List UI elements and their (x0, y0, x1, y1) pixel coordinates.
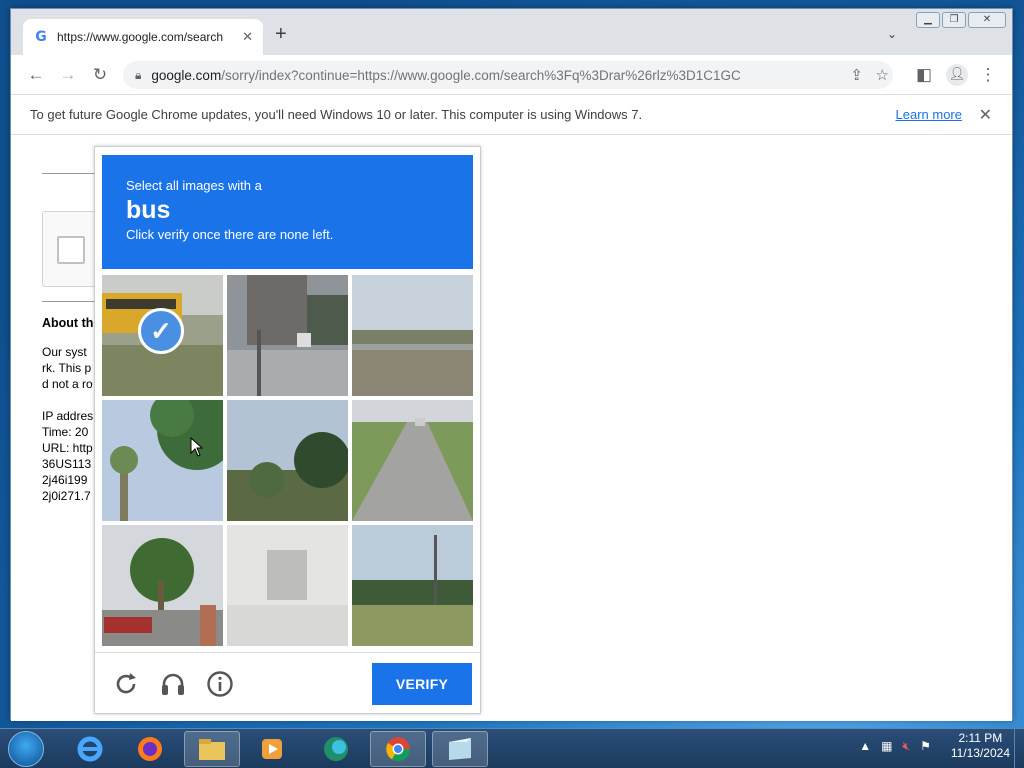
captcha-instruction: Select all images with a (126, 178, 262, 193)
share-icon[interactable]: ⇪ (850, 66, 863, 84)
divider (42, 173, 94, 174)
tile-image (227, 400, 348, 521)
verify-button[interactable]: VERIFY (372, 663, 472, 705)
paragraph-line: Our syst (42, 345, 87, 359)
captcha-subtext: Click verify once there are none left. (126, 227, 334, 242)
paragraph-line: rk. This p (42, 361, 92, 375)
google-favicon-icon: G (35, 29, 47, 45)
forward-arrow-icon[interactable]: → (58, 65, 78, 85)
tile-image (102, 400, 223, 521)
tile-image (352, 275, 473, 396)
infobar-message: To get future Google Chrome updates, you… (30, 107, 643, 122)
tab-search-chevron-icon[interactable]: ⌄ (887, 27, 897, 41)
mouse-cursor-icon (190, 437, 204, 457)
detail-line: 36US113 (42, 457, 92, 471)
update-infobar: To get future Google Chrome updates, you… (11, 95, 1012, 135)
address-bar[interactable]: 🔒︎ google.com /sorry/index?continue=http… (123, 61, 893, 89)
reload-challenge-icon[interactable] (112, 670, 140, 698)
minimize-button[interactable]: ▁ (916, 12, 940, 28)
show-desktop-button[interactable] (1014, 729, 1024, 768)
lock-icon[interactable]: 🔒︎ (135, 68, 141, 83)
page-details: IP addres Time: 20 URL: http 36US113 2j4… (42, 408, 93, 504)
file-explorer-icon[interactable] (184, 731, 240, 767)
recaptcha-checkbox[interactable] (57, 236, 85, 264)
captcha-tile-road-car[interactable] (352, 400, 473, 521)
detail-line: IP addres (42, 409, 94, 423)
window-controls: ▁ ❐ ✕ (916, 12, 1006, 28)
notepad-icon[interactable] (432, 731, 488, 767)
tile-image (227, 275, 348, 396)
show-hidden-icons-icon[interactable]: ▲ (859, 739, 871, 753)
captcha-tile-palm-parking[interactable] (102, 525, 223, 646)
clock-time: 2:11 PM (958, 731, 1003, 745)
audio-challenge-icon[interactable] (159, 670, 187, 698)
start-button[interactable] (8, 731, 44, 767)
captcha-tile-highway-bridge[interactable] (352, 275, 473, 396)
captcha-tile-faded-bus[interactable] (227, 525, 348, 646)
captcha-target: bus (126, 196, 171, 224)
detail-line: 2j0i271.7 (42, 489, 91, 503)
network-icon[interactable]: ▦ (881, 739, 892, 753)
captcha-tile-bushes-trees[interactable] (227, 400, 348, 521)
close-window-button[interactable]: ✕ (968, 12, 1006, 28)
bookmark-star-icon[interactable]: ☆ (876, 66, 889, 84)
url-host: google.com (151, 67, 222, 83)
tab-close-icon[interactable]: ✕ (242, 29, 253, 45)
captcha-tile-school-bus[interactable]: ✓ (102, 275, 223, 396)
profile-avatar-icon[interactable]: 👤︎ (946, 64, 968, 86)
volume-muted-icon[interactable]: 🔇︎ (903, 739, 911, 754)
page-paragraph: Our syst rk. This p d not a ro (42, 344, 93, 392)
side-panel-icon[interactable]: ◧ (914, 65, 934, 85)
windows-taskbar: ▲ ▦ 🔇︎ ⚑ 2:11 PM 11/13/2024 (0, 728, 1024, 768)
tile-image (352, 400, 473, 521)
tile-image (227, 525, 348, 646)
reload-icon[interactable]: ↻ (90, 65, 110, 85)
divider (42, 301, 94, 302)
captcha-challenge: Select all images with a bus Click verif… (94, 146, 481, 714)
about-heading: About th (42, 316, 94, 330)
system-tray: ▲ ▦ 🔇︎ ⚑ 2:11 PM 11/13/2024 (859, 731, 1010, 761)
captcha-tile-field-fence[interactable] (352, 525, 473, 646)
recaptcha-anchor (42, 211, 102, 287)
firefox-icon[interactable] (122, 731, 178, 767)
selected-check-icon: ✓ (138, 308, 184, 354)
captcha-footer: VERIFY (95, 652, 480, 714)
captcha-image-grid: ✓ (102, 275, 473, 646)
green-app-icon[interactable] (308, 731, 364, 767)
detail-line: Time: 20 (42, 425, 89, 439)
info-icon[interactable] (206, 670, 234, 698)
tab-title: https://www.google.com/search (57, 30, 224, 44)
browser-toolbar: ← → ↻ 🔒︎ google.com /sorry/index?continu… (11, 55, 1012, 95)
new-tab-button[interactable]: + (275, 23, 287, 46)
paragraph-line: d not a ro (42, 377, 93, 391)
back-arrow-icon[interactable]: ← (26, 65, 46, 85)
media-player-icon[interactable] (244, 731, 300, 767)
captcha-header: Select all images with a bus Click verif… (102, 155, 473, 269)
internet-explorer-icon[interactable] (62, 731, 118, 767)
detail-line: 2j46i199 (42, 473, 88, 487)
clock[interactable]: 2:11 PM 11/13/2024 (951, 731, 1010, 761)
tab-strip: G https://www.google.com/search ✕ + ⌄ ▁ … (11, 9, 1012, 55)
clock-date: 11/13/2024 (950, 746, 1010, 760)
browser-tab[interactable]: G https://www.google.com/search ✕ (23, 19, 263, 55)
captcha-tile-tree-sky[interactable] (102, 400, 223, 521)
tile-image (102, 525, 223, 646)
tile-image (352, 525, 473, 646)
url-path: /sorry/index?continue=https://www.google… (221, 67, 741, 83)
infobar-close-icon[interactable]: ✕ (979, 105, 992, 125)
action-center-flag-icon[interactable]: ⚑ (920, 739, 931, 753)
detail-line: URL: http (42, 441, 93, 455)
chrome-window: G https://www.google.com/search ✕ + ⌄ ▁ … (10, 8, 1013, 721)
restore-button[interactable]: ❐ (942, 12, 966, 28)
learn-more-link[interactable]: Learn more (896, 107, 962, 122)
captcha-tile-street-poles[interactable] (227, 275, 348, 396)
menu-kebab-icon[interactable]: ⋮ (978, 65, 998, 85)
chrome-icon[interactable] (370, 731, 426, 767)
